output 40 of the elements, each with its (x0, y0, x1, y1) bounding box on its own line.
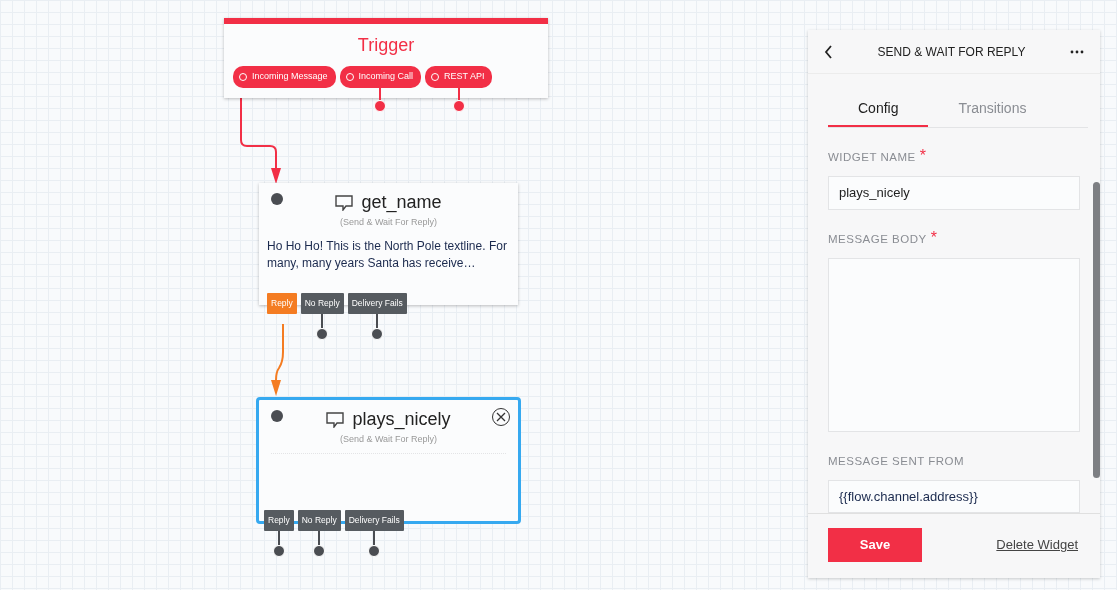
more-icon (1070, 50, 1084, 55)
connector-handle[interactable] (316, 313, 329, 340)
transition-button[interactable]: No Reply (300, 293, 344, 314)
save-button[interactable]: Save (828, 528, 922, 562)
input-dot-icon (271, 193, 283, 205)
widget-type: (Send & Wait For Reply) (338, 216, 439, 229)
connector-handle[interactable] (313, 530, 326, 557)
transition-button[interactable]: No Reply (297, 510, 341, 531)
required-mark: * (930, 228, 937, 246)
delete-widget-link[interactable]: Delete Widget (996, 535, 1078, 555)
text-field[interactable]: {{flow.channel.address}} (828, 479, 1080, 513)
trigger-port-button[interactable]: REST API (425, 66, 493, 88)
panel-title: SEND & WAIT FOR REPLY (877, 43, 1026, 61)
trigger-port-button[interactable]: Incoming Call (339, 66, 422, 88)
field-label: MESSAGE SENT FROM (828, 454, 965, 467)
widget-name: plays_nicely (352, 408, 451, 432)
scrollbar[interactable] (1093, 182, 1100, 478)
widget-name: get_name (361, 191, 442, 215)
transition-button[interactable]: Reply (264, 510, 294, 531)
panel-tab[interactable]: Config (828, 94, 929, 127)
field-label: MESSAGE BODY (828, 232, 927, 245)
text-field[interactable]: plays_nicely (828, 176, 1080, 210)
widget-message: Ho Ho Ho! This is the North Pole textline. For many, many years Santa has receive… (266, 237, 508, 272)
input-dot-icon (271, 410, 283, 422)
connector-handle[interactable] (371, 313, 384, 340)
trigger-title: Trigger (356, 34, 416, 57)
field-label: WIDGET NAME (828, 151, 916, 163)
chat-bubble-icon (326, 411, 345, 428)
close-icon (496, 412, 506, 422)
connector-handle[interactable] (368, 530, 381, 557)
widget-type: (Send & Wait For Reply) (338, 433, 439, 446)
connector-handle[interactable] (272, 530, 285, 557)
connector-handle[interactable] (374, 87, 387, 112)
chat-bubble-icon (335, 194, 354, 211)
connector-handle[interactable] (452, 87, 465, 112)
transition-button[interactable]: Delivery Fails (344, 510, 404, 531)
trigger-port-button[interactable]: Incoming Message (233, 66, 336, 88)
message-body-field[interactable] (828, 257, 1080, 432)
required-mark: * (919, 147, 926, 164)
transition-button[interactable]: Delivery Fails (347, 293, 407, 314)
